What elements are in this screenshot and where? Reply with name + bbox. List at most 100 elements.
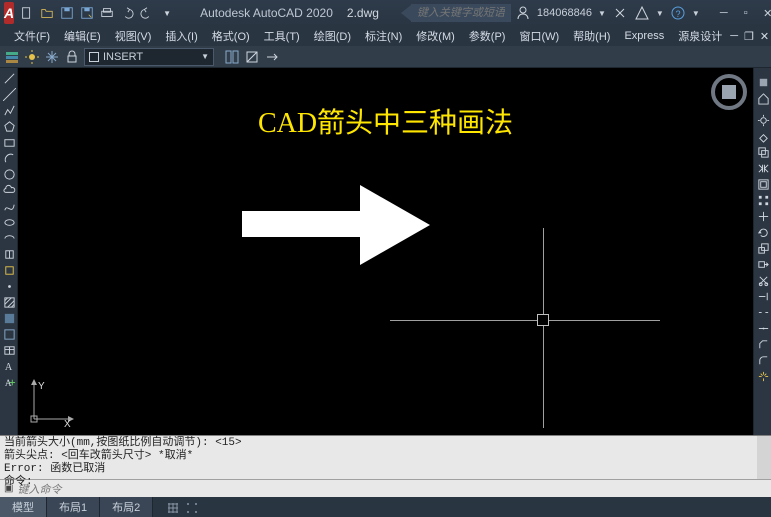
scrollbar[interactable] <box>757 436 771 479</box>
mtext-tool[interactable]: A <box>0 358 18 374</box>
maximize-button[interactable]: ▫ <box>738 6 754 20</box>
ellipse-tool[interactable] <box>0 214 18 230</box>
menu-yuanquan[interactable]: 源泉设计 <box>672 26 728 46</box>
hatch-tool[interactable] <box>0 294 18 310</box>
user-id[interactable]: 184068846 <box>537 7 592 19</box>
mirror-tool[interactable] <box>754 160 771 176</box>
user-dropdown-icon[interactable]: ▼ <box>598 9 606 18</box>
menu-draw[interactable]: 绘图(D) <box>308 26 357 46</box>
fillet-tool[interactable] <box>754 352 771 368</box>
make-block-tool[interactable] <box>0 262 18 278</box>
redo-icon[interactable] <box>138 4 156 22</box>
help-icon[interactable]: ? <box>670 5 686 21</box>
polyline-tool[interactable] <box>0 102 18 118</box>
gear-icon[interactable] <box>754 112 771 128</box>
menu-edit[interactable]: 编辑(E) <box>58 26 107 46</box>
drawing-canvas[interactable]: CAD箭头中三种画法 Y X <box>18 68 753 435</box>
erase-tool[interactable] <box>754 128 771 144</box>
point-tool[interactable] <box>0 278 18 294</box>
ucs-y-label: Y <box>38 381 45 392</box>
rotate-tool[interactable] <box>754 224 771 240</box>
menu-window[interactable]: 窗口(W) <box>513 26 565 46</box>
doc-close-button[interactable]: ✕ <box>760 30 769 43</box>
table-tool[interactable] <box>0 342 18 358</box>
undo-icon[interactable] <box>118 4 136 22</box>
arc-tool[interactable] <box>0 150 18 166</box>
lock-icon[interactable] <box>64 49 80 65</box>
offset-tool[interactable] <box>754 176 771 192</box>
move-tool[interactable] <box>754 208 771 224</box>
quick-toolbar: INSERT ▼ <box>0 46 771 68</box>
help-dropdown-icon[interactable]: ▼ <box>692 9 700 18</box>
trim-tool[interactable] <box>754 272 771 288</box>
polygon-tool[interactable] <box>0 118 18 134</box>
construction-line-tool[interactable] <box>0 86 18 102</box>
layer-states-icon[interactable] <box>224 49 240 65</box>
doc-restore-button[interactable]: ❐ <box>744 30 754 43</box>
app-dropdown-icon[interactable]: ▼ <box>656 9 664 18</box>
cmd-line-2: 箭头尖点: <回车改箭头尺寸> *取消* <box>4 450 767 463</box>
scale-tool[interactable] <box>754 240 771 256</box>
minimize-button[interactable]: ─ <box>716 6 732 20</box>
autodesk-app-icon[interactable] <box>634 5 650 21</box>
tab-layout1[interactable]: 布局1 <box>47 497 100 517</box>
extend-tool[interactable] <box>754 288 771 304</box>
exchange-icon[interactable] <box>612 5 628 21</box>
open-icon[interactable] <box>38 4 56 22</box>
revision-cloud-tool[interactable] <box>0 182 18 198</box>
doc-minimize-button[interactable]: ─ <box>730 30 738 43</box>
viewcube[interactable] <box>711 74 747 110</box>
app-logo[interactable]: A <box>4 2 14 24</box>
menu-view[interactable]: 视图(V) <box>109 26 158 46</box>
layer-prop-icon[interactable] <box>4 49 20 65</box>
insert-block-tool[interactable] <box>0 246 18 262</box>
tab-layout2[interactable]: 布局2 <box>100 497 153 517</box>
nav-cube-icon[interactable] <box>754 74 771 90</box>
circle-tool[interactable] <box>0 166 18 182</box>
chamfer-tool[interactable] <box>754 336 771 352</box>
explode-tool[interactable] <box>754 368 771 384</box>
addselected-tool[interactable]: A <box>0 374 18 390</box>
saveas-icon[interactable] <box>78 4 96 22</box>
snap-icon[interactable] <box>184 501 200 515</box>
layer-iso-icon[interactable] <box>244 49 260 65</box>
search-input[interactable] <box>411 4 511 22</box>
region-tool[interactable] <box>0 326 18 342</box>
join-tool[interactable] <box>754 320 771 336</box>
nav-home-icon[interactable] <box>754 90 771 106</box>
menu-dimension[interactable]: 标注(N) <box>359 26 408 46</box>
qat-dropdown-icon[interactable]: ▼ <box>158 4 176 22</box>
menu-express[interactable]: Express <box>618 28 670 44</box>
sun-icon[interactable] <box>24 49 40 65</box>
layer-match-icon[interactable] <box>264 49 280 65</box>
rectangle-tool[interactable] <box>0 134 18 150</box>
new-icon[interactable] <box>18 4 36 22</box>
menu-tools[interactable]: 工具(T) <box>258 26 306 46</box>
menu-file[interactable]: 文件(F) <box>8 26 56 46</box>
tab-model[interactable]: 模型 <box>0 497 47 517</box>
menu-insert[interactable]: 插入(I) <box>159 26 203 46</box>
stretch-tool[interactable] <box>754 256 771 272</box>
gradient-tool[interactable] <box>0 310 18 326</box>
ucs-icon[interactable]: Y X <box>26 377 76 427</box>
save-icon[interactable] <box>58 4 76 22</box>
line-tool[interactable] <box>0 70 18 86</box>
drawing-heading-text: CAD箭头中三种画法 <box>18 101 753 141</box>
layer-dropdown[interactable]: INSERT ▼ <box>84 48 214 66</box>
freeze-icon[interactable] <box>44 49 60 65</box>
plot-icon[interactable] <box>98 4 116 22</box>
copy-tool[interactable] <box>754 144 771 160</box>
menu-format[interactable]: 格式(O) <box>206 26 256 46</box>
document-name: 2.dwg <box>347 6 379 20</box>
menu-parametric[interactable]: 参数(P) <box>463 26 512 46</box>
command-history[interactable]: 当前箭头大小(mm,按图纸比例自动调节): <15> 箭头尖点: <回车改箭头尺… <box>0 435 771 479</box>
break-tool[interactable] <box>754 304 771 320</box>
menu-help[interactable]: 帮助(H) <box>567 26 616 46</box>
array-tool[interactable] <box>754 192 771 208</box>
menu-modify[interactable]: 修改(M) <box>410 26 461 46</box>
grid-icon[interactable] <box>165 501 181 515</box>
signin-icon[interactable] <box>515 5 531 21</box>
close-button[interactable]: ✕ <box>760 6 771 20</box>
spline-tool[interactable] <box>0 198 18 214</box>
ellipse-arc-tool[interactable] <box>0 230 18 246</box>
